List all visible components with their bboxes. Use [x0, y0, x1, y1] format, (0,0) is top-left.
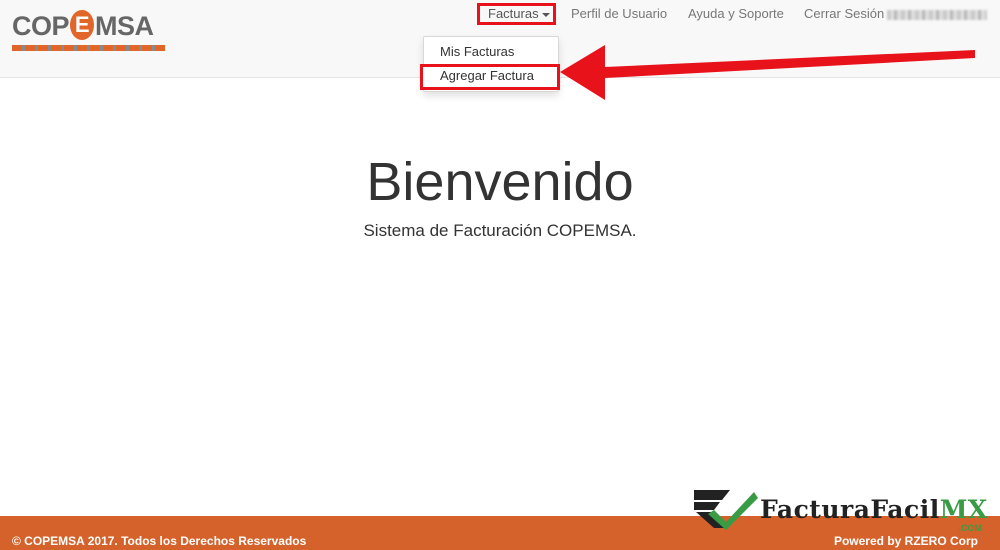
logo-wordmark: COP E MSA [12, 10, 154, 41]
menu-item-mis-facturas[interactable]: Mis Facturas [424, 43, 558, 61]
red-arrow-annotation [560, 45, 975, 100]
menu-item-agregar-factura[interactable]: Agregar Factura [420, 64, 560, 90]
nav-facturas-label: Facturas [488, 6, 539, 21]
caret-down-icon [541, 12, 550, 17]
facturas-dropdown-menu: Mis Facturas Agregar Factura [420, 36, 560, 92]
copemsa-logo[interactable]: COP E MSA [12, 10, 167, 54]
nav-cerrar-sesion[interactable]: Cerrar Sesión [804, 6, 988, 22]
nav-cerrar-label: Cerrar Sesión [804, 6, 885, 21]
page-subtitle: Sistema de Facturación COPEMSA. [363, 221, 637, 240]
arrow-head [560, 45, 605, 100]
arrow-shaft [605, 50, 975, 78]
redacted-username [887, 9, 988, 20]
footer-powered-by: Powered by RZERO Corp [833, 534, 978, 548]
nav-facturas-dropdown[interactable]: Facturas [477, 3, 556, 25]
facturafacil-watermark: FacturaFacilMX .COM [692, 486, 992, 534]
nav-perfil-usuario[interactable]: Perfil de Usuario [571, 6, 667, 22]
watermark-wordmark: FacturaFacilMX [760, 495, 988, 524]
footer-copyright: © COPEMSA 2017. Todos los Derechos Reser… [12, 534, 307, 548]
watermark-com: .COM [958, 523, 983, 533]
page-title: Bienvenido [366, 152, 634, 212]
logo-e-mark: E [70, 10, 95, 40]
logo-stripe [12, 45, 165, 51]
nav-ayuda-soporte[interactable]: Ayuda y Soporte [688, 6, 784, 22]
watermark-check-icon [694, 490, 758, 530]
